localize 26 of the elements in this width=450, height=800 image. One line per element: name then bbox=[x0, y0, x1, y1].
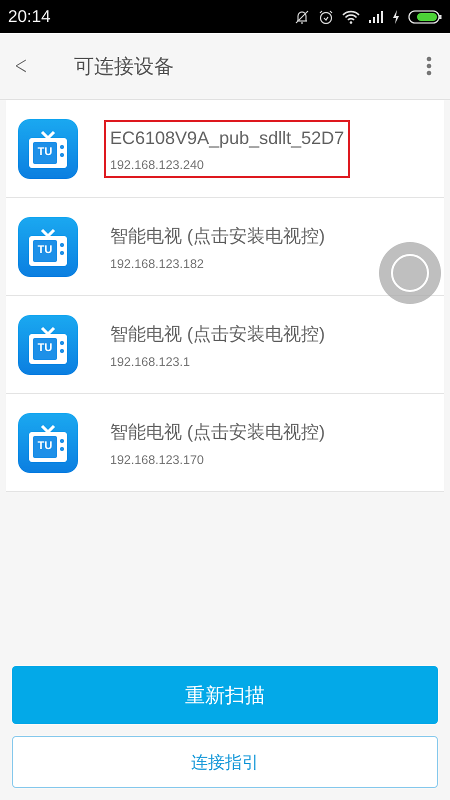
charging-icon bbox=[392, 10, 400, 24]
device-address: 192.168.123.240 bbox=[110, 158, 205, 172]
battery-icon bbox=[408, 8, 442, 24]
guide-button[interactable]: 连接指引 bbox=[12, 736, 438, 788]
alarm-clock-icon bbox=[318, 8, 334, 24]
tv-icon: TU bbox=[18, 118, 78, 178]
signal-icon bbox=[368, 10, 384, 22]
page-title: 可连接设备 bbox=[74, 52, 175, 80]
device-address: 192.168.123.182 bbox=[110, 257, 205, 271]
device-name: 智能电视 (点击安装电视控) bbox=[110, 225, 325, 248]
muted-bell-icon bbox=[294, 8, 310, 24]
more-options-icon[interactable] bbox=[426, 56, 432, 76]
wifi-icon bbox=[342, 10, 360, 24]
device-name: EC6108V9A_pub_sdllt_52D7 bbox=[110, 128, 344, 148]
device-item[interactable]: TU 智能电视 (点击安装电视控) 192.168.123.1 bbox=[6, 296, 444, 394]
device-address: 192.168.123.1 bbox=[110, 355, 191, 369]
device-item[interactable]: TU 智能电视 (点击安装电视控) 192.168.123.170 bbox=[6, 394, 444, 492]
device-name: 智能电视 (点击安装电视控) bbox=[110, 323, 325, 346]
tv-icon: TU bbox=[18, 412, 78, 472]
device-address: 192.168.123.170 bbox=[110, 453, 205, 467]
clock-time: 20:14 bbox=[8, 6, 51, 26]
device-item[interactable]: TU EC6108V9A_pub_sdllt_52D7 192.168.123.240 bbox=[6, 100, 444, 198]
back-button[interactable]: < bbox=[0, 51, 42, 81]
device-name: 智能电视 (点击安装电视控) bbox=[110, 421, 325, 444]
tv-icon: TU bbox=[18, 216, 78, 276]
tv-icon: TU bbox=[18, 314, 78, 374]
